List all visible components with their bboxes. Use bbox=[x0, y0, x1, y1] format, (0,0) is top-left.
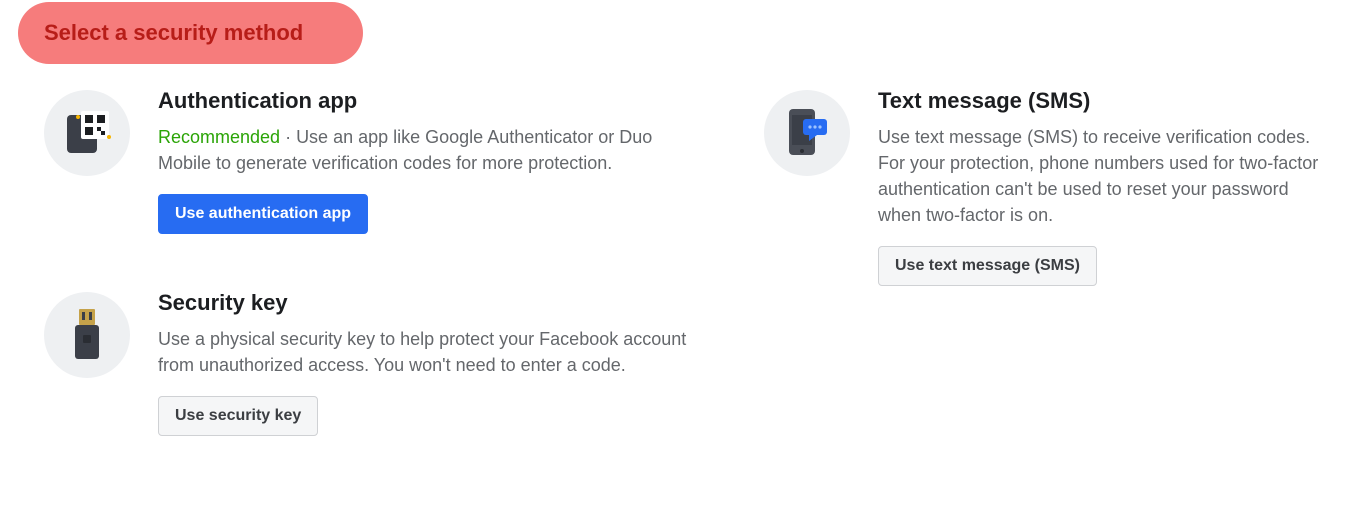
usb-key-icon bbox=[44, 292, 130, 378]
method-description: Use text message (SMS) to receive verifi… bbox=[878, 124, 1324, 228]
auth-app-icon bbox=[44, 90, 130, 176]
method-title: Security key bbox=[158, 290, 704, 316]
method-title: Authentication app bbox=[158, 88, 704, 114]
method-auth-app: Authentication app Recommended · Use an … bbox=[44, 88, 704, 234]
separator: · bbox=[280, 127, 296, 147]
use-security-key-button[interactable]: Use security key bbox=[158, 396, 318, 436]
use-text-message-button[interactable]: Use text message (SMS) bbox=[878, 246, 1097, 286]
use-authentication-app-button[interactable]: Use authentication app bbox=[158, 194, 368, 234]
method-security-key: Security key Use a physical security key… bbox=[44, 290, 704, 436]
method-description: Use a physical security key to help prot… bbox=[158, 326, 704, 378]
method-sms: Text message (SMS) Use text message (SMS… bbox=[764, 88, 1324, 286]
section-heading: Select a security method bbox=[18, 2, 363, 64]
method-title: Text message (SMS) bbox=[878, 88, 1324, 114]
recommended-label: Recommended bbox=[158, 127, 280, 147]
method-description: Recommended · Use an app like Google Aut… bbox=[158, 124, 704, 176]
section-heading-text: Select a security method bbox=[44, 20, 303, 45]
phone-sms-icon bbox=[764, 90, 850, 176]
